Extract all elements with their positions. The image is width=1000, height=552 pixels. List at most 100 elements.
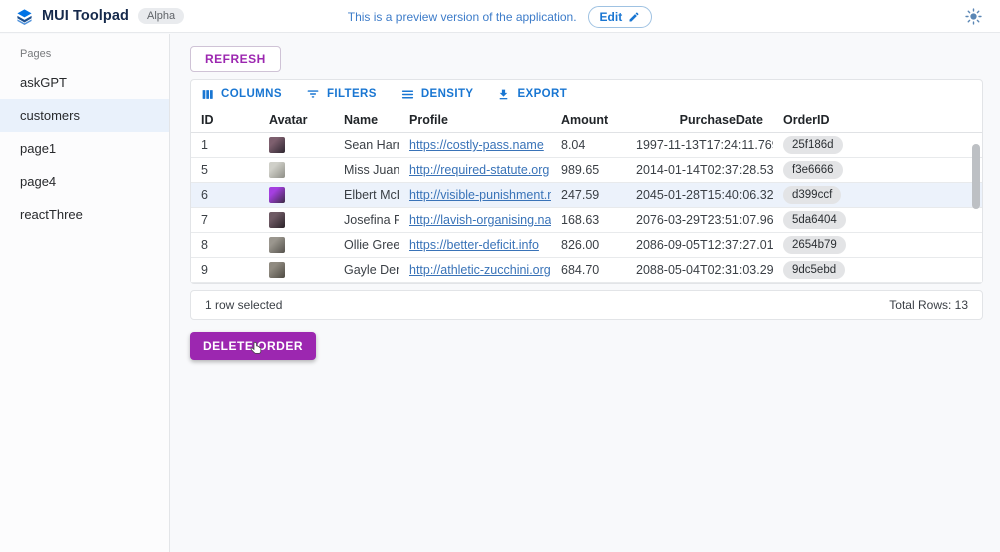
cell-avatar: [259, 212, 334, 228]
table-header-row: ID Avatar Name Profile Amount PurchaseDa…: [191, 107, 982, 133]
export-download-icon: [497, 88, 510, 101]
sidebar-item-label: page1: [20, 141, 56, 156]
cell-purchasedate: 2088-05-04T02:31:03.294Z: [626, 263, 773, 277]
columns-button-label: COLUMNS: [221, 88, 282, 100]
columns-icon: [201, 88, 214, 101]
cell-amount: 8.04: [551, 138, 626, 152]
density-icon: [401, 88, 414, 101]
cell-purchasedate: 1997-11-13T17:24:11.769Z: [626, 138, 773, 152]
column-header-id[interactable]: ID: [191, 113, 259, 127]
sidebar-item-customers[interactable]: customers: [0, 99, 169, 132]
table-row[interactable]: 7 Josefina P... http://lavish-organising…: [191, 208, 982, 233]
table-row[interactable]: 8 Ollie Green... https://better-deficit.…: [191, 233, 982, 258]
density-button[interactable]: DENSITY: [401, 88, 474, 101]
cell-id: 5: [191, 163, 259, 177]
export-button[interactable]: EXPORT: [497, 88, 567, 101]
selection-status: 1 row selected: [205, 298, 282, 312]
refresh-button[interactable]: REFRESH: [190, 46, 281, 72]
cell-orderid: 25f186d: [773, 136, 863, 154]
table-row[interactable]: 6 Elbert McL... http://visible-punishmen…: [191, 183, 982, 208]
sidebar-item-page4[interactable]: page4: [0, 165, 169, 198]
cell-amount: 684.70: [551, 263, 626, 277]
profile-link[interactable]: http://required-statute.org: [409, 163, 549, 177]
orderid-chip: 25f186d: [783, 136, 843, 154]
cell-name: Sean Harris: [334, 138, 399, 152]
scrollbar-thumb[interactable]: [972, 144, 980, 209]
cell-avatar: [259, 237, 334, 253]
avatar-image: [269, 162, 285, 178]
column-header-profile[interactable]: Profile: [399, 113, 551, 127]
total-rows-label: Total Rows: 13: [889, 298, 968, 312]
sidebar-section-label: Pages: [0, 34, 169, 66]
cell-profile: https://costly-pass.name: [399, 138, 551, 152]
cell-profile: http://lavish-organising.name: [399, 213, 551, 227]
table-row[interactable]: 5 Miss Juan ... http://required-statute.…: [191, 158, 982, 183]
column-header-orderid[interactable]: OrderID: [773, 113, 863, 127]
orderid-chip: 9dc5ebd: [783, 261, 845, 279]
columns-button[interactable]: COLUMNS: [201, 88, 282, 101]
cell-purchasedate: 2045-01-28T15:40:06.325Z: [626, 188, 773, 202]
cell-name: Ollie Green...: [334, 238, 399, 252]
sidebar-item-label: askGPT: [20, 75, 67, 90]
cell-orderid: 2654b79: [773, 236, 863, 254]
cell-id: 8: [191, 238, 259, 252]
avatar-image: [269, 137, 285, 153]
profile-link[interactable]: https://costly-pass.name: [409, 138, 544, 152]
table-body: 1 Sean Harris https://costly-pass.name 8…: [191, 133, 982, 283]
cell-profile: http://athletic-zucchini.org: [399, 263, 551, 277]
edit-button[interactable]: Edit: [588, 6, 653, 28]
avatar-image: [269, 262, 285, 278]
column-header-avatar[interactable]: Avatar: [259, 113, 334, 127]
cell-orderid: d399ccf: [773, 186, 863, 204]
sidebar-nav: askGPT customers page1 page4 reactThree: [0, 66, 169, 231]
grid-footer: 1 row selected Total Rows: 13: [190, 290, 983, 320]
profile-link[interactable]: http://lavish-organising.name: [409, 213, 551, 227]
cell-id: 6: [191, 188, 259, 202]
main-content: REFRESH COLUMNS FILTERS: [171, 34, 1000, 552]
cell-orderid: f3e6666: [773, 161, 863, 179]
cell-avatar: [259, 162, 334, 178]
app-bar: MUI Toolpad Alpha This is a preview vers…: [0, 0, 1000, 33]
orderid-chip: f3e6666: [783, 161, 843, 179]
filters-button[interactable]: FILTERS: [306, 87, 377, 101]
column-header-purchasedate[interactable]: PurchaseDate: [626, 113, 773, 127]
cell-profile: http://visible-punishment.net: [399, 188, 551, 202]
density-button-label: DENSITY: [421, 88, 474, 100]
cell-avatar: [259, 137, 334, 153]
avatar-image: [269, 187, 285, 203]
avatar-image: [269, 237, 285, 253]
sidebar-item-reactThree[interactable]: reactThree: [0, 198, 169, 231]
orderid-chip: 5da6404: [783, 211, 846, 229]
vertical-scrollbar[interactable]: [972, 138, 980, 280]
orderid-chip: 2654b79: [783, 236, 846, 254]
cell-amount: 247.59: [551, 188, 626, 202]
grid-toolbar: COLUMNS FILTERS DENSITY: [191, 80, 982, 107]
cell-id: 9: [191, 263, 259, 277]
cell-amount: 168.63: [551, 213, 626, 227]
filter-icon: [306, 87, 320, 101]
table-row[interactable]: 9 Gayle Den... http://athletic-zucchini.…: [191, 258, 982, 283]
cell-amount: 989.65: [551, 163, 626, 177]
sidebar-item-askGPT[interactable]: askGPT: [0, 66, 169, 99]
cell-purchasedate: 2076-03-29T23:51:07.968Z: [626, 213, 773, 227]
profile-link[interactable]: http://visible-punishment.net: [409, 188, 551, 202]
column-header-amount[interactable]: Amount: [551, 113, 626, 127]
profile-link[interactable]: https://better-deficit.info: [409, 238, 539, 252]
cell-purchasedate: 2014-01-14T02:37:28.536Z: [626, 163, 773, 177]
profile-link[interactable]: http://athletic-zucchini.org: [409, 263, 551, 277]
edit-button-label: Edit: [600, 10, 623, 24]
column-header-name[interactable]: Name: [334, 113, 399, 127]
table-row[interactable]: 1 Sean Harris https://costly-pass.name 8…: [191, 133, 982, 158]
sidebar: Pages askGPT customers page1 page4 react…: [0, 34, 170, 552]
cell-orderid: 5da6404: [773, 211, 863, 229]
avatar-image: [269, 212, 285, 228]
sidebar-item-page1[interactable]: page1: [0, 132, 169, 165]
delete-order-button[interactable]: DELETE ORDER: [190, 332, 316, 360]
cell-purchasedate: 2086-09-05T12:37:27.015Z: [626, 238, 773, 252]
pencil-icon: [628, 11, 640, 23]
export-button-label: EXPORT: [517, 88, 567, 100]
data-grid: COLUMNS FILTERS DENSITY: [190, 79, 983, 284]
sidebar-item-label: reactThree: [20, 207, 83, 222]
cell-name: Elbert McL...: [334, 188, 399, 202]
cell-orderid: 9dc5ebd: [773, 261, 863, 279]
